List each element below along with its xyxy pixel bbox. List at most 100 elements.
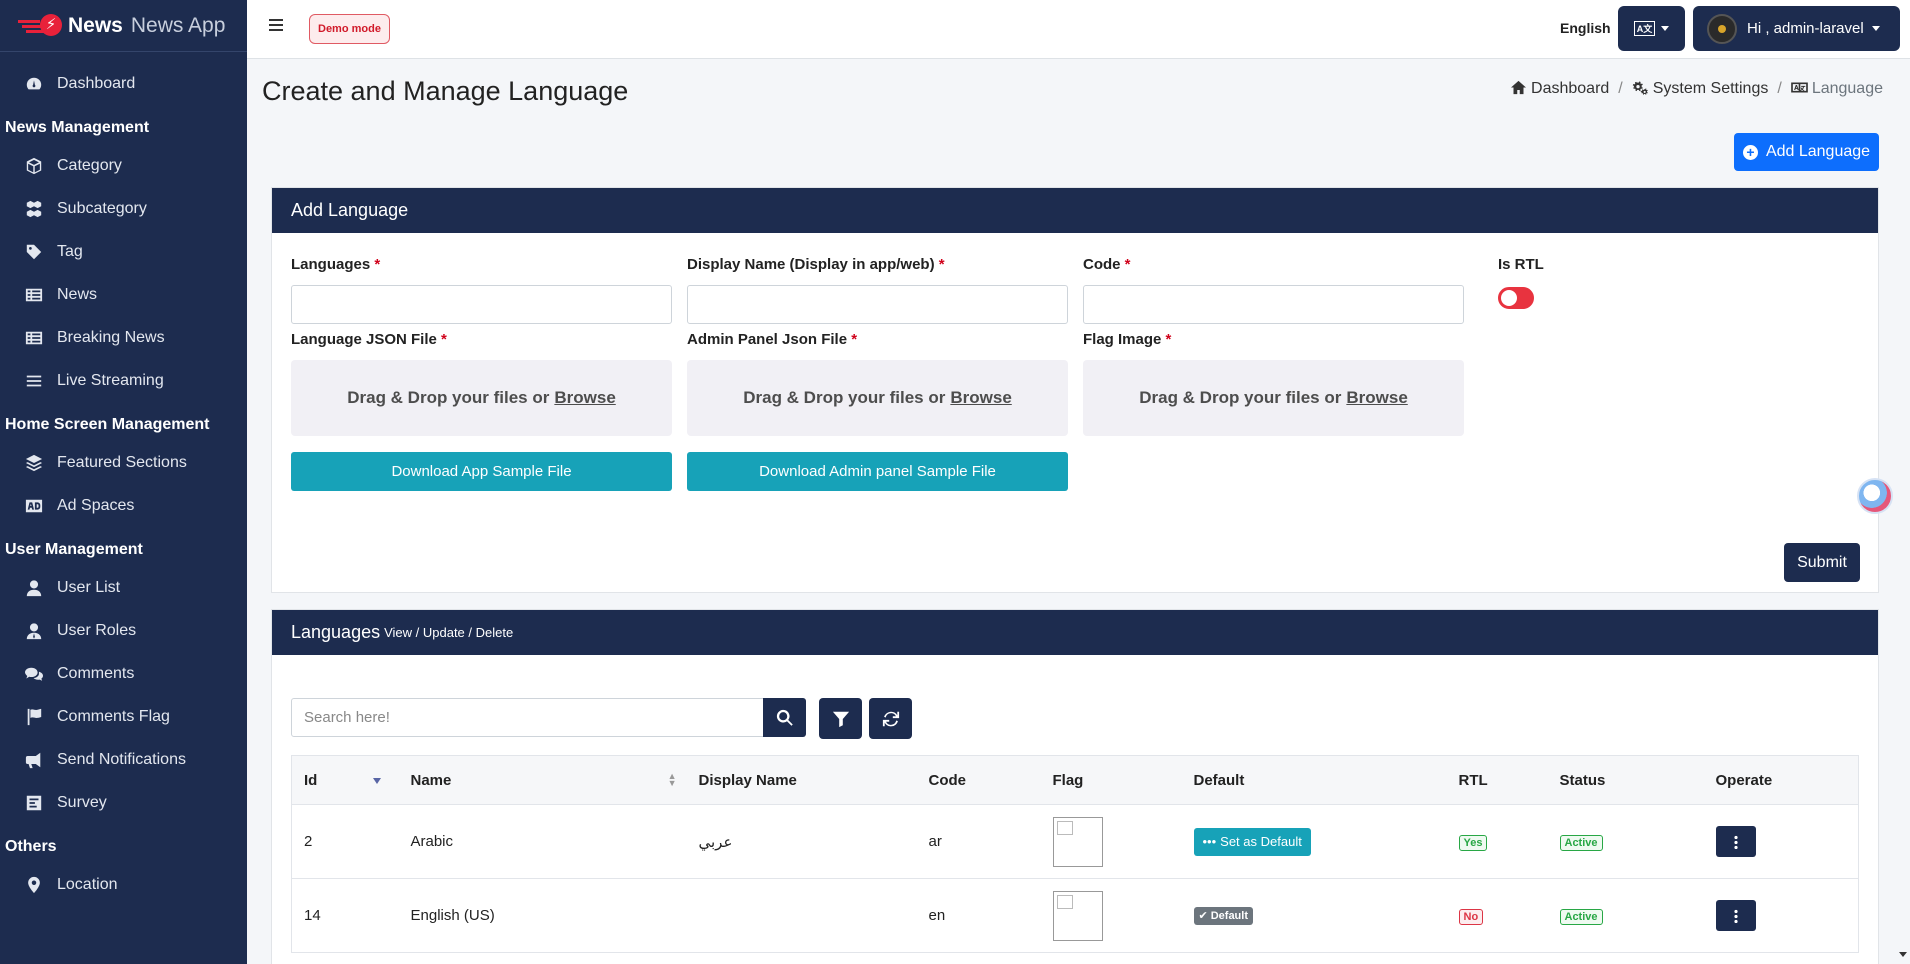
- cell-default: ••• Set as Default: [1181, 804, 1447, 879]
- code-label: Code *: [1083, 256, 1131, 273]
- set-as-default-button[interactable]: ••• Set as Default: [1193, 827, 1311, 856]
- layers-icon: [24, 454, 44, 472]
- browse-link[interactable]: Browse: [950, 388, 1011, 408]
- scroll-down-icon[interactable]: [1899, 952, 1907, 957]
- operate-menu-button[interactable]: [1715, 826, 1756, 857]
- sidebar-item-subcategory[interactable]: Subcategory: [0, 187, 247, 230]
- operate-menu-button[interactable]: [1715, 900, 1756, 931]
- page-title: Create and Manage Language: [262, 76, 629, 106]
- search-input[interactable]: Search here!: [291, 698, 764, 737]
- card-title: Languages: [291, 622, 381, 642]
- refresh-button[interactable]: [869, 698, 912, 739]
- column-status: Status: [1547, 755, 1704, 805]
- sidebar-item-location[interactable]: Location: [0, 863, 247, 906]
- cell-name: Arabic: [398, 804, 687, 879]
- card-title: Add Language: [291, 200, 409, 220]
- language-json-label: Language JSON File *: [291, 331, 447, 348]
- ellipsis-icon: •••: [1202, 834, 1217, 849]
- filter-button[interactable]: [819, 698, 862, 739]
- sidebar-item-category[interactable]: Category: [0, 144, 247, 187]
- submit-button[interactable]: Submit: [1784, 543, 1860, 582]
- sidebar-item-comments[interactable]: Comments: [0, 652, 247, 695]
- flag-icon: [24, 708, 44, 726]
- sidebar-item-label: Comments: [57, 664, 135, 682]
- sidebar-item-survey[interactable]: Survey: [0, 781, 247, 824]
- cell-id: 2: [291, 804, 399, 879]
- sidebar-item-label: Subcategory: [57, 199, 147, 217]
- column-name[interactable]: Name ▲ ▼: [398, 755, 687, 805]
- flag-image-dropzone[interactable]: Drag & Drop your files or Browse: [1083, 360, 1464, 436]
- user-greeting: Hi , admin-laravel: [1747, 20, 1864, 37]
- sidebar-item-news[interactable]: News: [0, 273, 247, 316]
- is-rtl-toggle[interactable]: [1498, 287, 1534, 309]
- breadcrumb-dashboard[interactable]: Dashboard: [1531, 80, 1609, 98]
- flag-image-label: Flag Image *: [1083, 331, 1172, 348]
- admin-json-dropzone[interactable]: Drag & Drop your files or Browse: [687, 360, 1068, 436]
- sidebar-item-featured-sections[interactable]: Featured Sections: [0, 441, 247, 484]
- table-header-row: Id Name ▲ ▼ Display Name Code Flag Default…: [291, 755, 1859, 805]
- caret-down-icon: [1871, 26, 1880, 31]
- sidebar-header-user-management: User Management: [5, 541, 143, 558]
- menu-toggle-icon[interactable]: [269, 19, 283, 33]
- kebab-menu-icon: [1733, 834, 1738, 849]
- avatar: [1707, 13, 1737, 44]
- card-subtitle: View / Update / Delete: [384, 625, 514, 640]
- download-app-sample-button[interactable]: Download App Sample File: [291, 452, 672, 491]
- breadcrumb: Dashboard / System Settings / Language: [1510, 80, 1883, 98]
- sidebar-item-ad-spaces[interactable]: Ad Spaces: [0, 484, 247, 527]
- plus-circle-icon: +: [1742, 144, 1758, 160]
- sidebar: ⚡ News News App Dashboard News Managemen…: [0, 0, 247, 964]
- map-marker-icon: [24, 876, 44, 894]
- breadcrumb-language: Language: [1811, 80, 1883, 97]
- sidebar-item-send-notifications[interactable]: Send Notifications: [0, 738, 247, 781]
- cell-default: ✔ Default: [1181, 878, 1447, 953]
- language-dropdown-button[interactable]: A文: [1618, 6, 1685, 51]
- sort-desc-icon: [372, 778, 381, 784]
- cell-flag: [1040, 878, 1182, 953]
- is-rtl-label: Is RTL: [1498, 256, 1544, 273]
- rtl-badge: Yes: [1458, 834, 1488, 851]
- user-menu-button[interactable]: Hi , admin-laravel: [1693, 6, 1900, 51]
- sidebar-item-label: Tag: [57, 242, 83, 260]
- add-language-button[interactable]: + Add Language: [1734, 133, 1879, 171]
- sidebar-item-user-list[interactable]: User List: [0, 566, 247, 609]
- sidebar-item-breaking-news[interactable]: Breaking News: [0, 316, 247, 359]
- add-language-card-header: Add Language: [272, 188, 1878, 233]
- sidebar-header-home-screen-management: Home Screen Management: [5, 416, 210, 433]
- cell-rtl: Yes: [1446, 804, 1548, 879]
- refresh-icon: [882, 711, 899, 726]
- sidebar-item-label: Breaking News: [57, 328, 165, 346]
- news-logo-icon: ⚡: [18, 12, 64, 40]
- language-json-dropzone[interactable]: Drag & Drop your files or Browse: [291, 360, 672, 436]
- breadcrumb-system-settings[interactable]: System Settings: [1653, 80, 1769, 98]
- unicorn-assistant-icon[interactable]: [1857, 478, 1893, 514]
- sidebar-item-label: User List: [57, 578, 121, 596]
- cell-status: Active: [1547, 804, 1704, 879]
- sidebar-item-user-roles[interactable]: User Roles: [0, 609, 247, 652]
- brand[interactable]: ⚡ News News App: [0, 0, 247, 52]
- sidebar-item-dashboard[interactable]: Dashboard: [0, 62, 247, 105]
- sidebar-item-tag[interactable]: Tag: [0, 230, 247, 273]
- comments-icon: [24, 665, 44, 683]
- languages-input[interactable]: [291, 285, 672, 324]
- sidebar-item-label: Category: [57, 156, 122, 174]
- cell-name: English (US): [398, 878, 687, 953]
- column-rtl: RTL: [1446, 755, 1548, 805]
- sidebar-item-comments-flag[interactable]: Comments Flag: [0, 695, 247, 738]
- column-id[interactable]: Id: [291, 755, 399, 805]
- rtl-badge: No: [1458, 908, 1484, 925]
- browse-link[interactable]: Browse: [554, 388, 615, 408]
- sidebar-header-others: Others: [5, 838, 57, 855]
- sidebar-item-label: Ad Spaces: [57, 496, 135, 514]
- cell-status: Active: [1547, 878, 1704, 953]
- search-button[interactable]: [763, 698, 806, 737]
- download-admin-sample-button[interactable]: Download Admin panel Sample File: [687, 452, 1068, 491]
- cell-operate: [1703, 804, 1859, 879]
- display-name-label: Display Name (Display in app/web) *: [687, 256, 945, 273]
- display-name-input[interactable]: [687, 285, 1068, 324]
- browse-link[interactable]: Browse: [1346, 388, 1407, 408]
- sidebar-item-live-streaming[interactable]: Live Streaming: [0, 359, 247, 402]
- code-input[interactable]: [1083, 285, 1464, 324]
- bullhorn-icon: [24, 751, 44, 769]
- status-badge: Active: [1559, 908, 1603, 925]
